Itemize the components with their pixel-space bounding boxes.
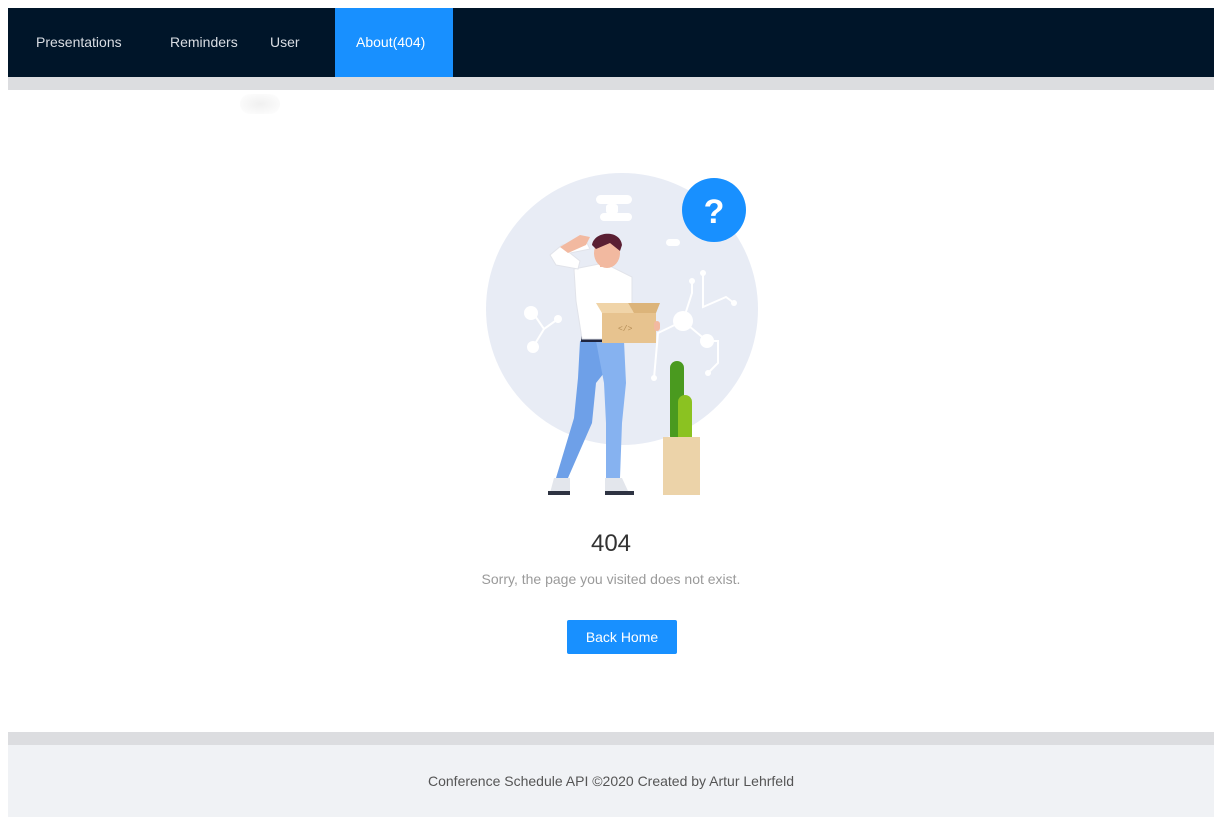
decorative-shadow — [240, 94, 280, 114]
nav-item-presentations[interactable]: Presentations — [16, 8, 142, 77]
back-home-button[interactable]: Back Home — [567, 620, 677, 654]
top-navigation: Presentations Reminders User About(404) — [8, 8, 1214, 77]
header-divider — [8, 77, 1214, 90]
status-code: 404 — [590, 530, 632, 557]
svg-text:</>: </> — [618, 325, 633, 334]
status-message: Sorry, the page you visited does not exi… — [481, 571, 741, 587]
not-found-illustration: ? </> — [486, 173, 758, 495]
app-window: Presentations Reminders User About(404) — [8, 8, 1214, 817]
nav-item-about[interactable]: About(404) — [335, 8, 453, 77]
nav-item-user[interactable]: User — [250, 8, 320, 77]
footer: Conference Schedule API ©2020 Created by… — [8, 745, 1214, 817]
nav-item-reminders[interactable]: Reminders — [150, 8, 258, 77]
footer-divider — [8, 732, 1214, 745]
question-mark: ? — [704, 193, 725, 231]
footer-text: Conference Schedule API ©2020 Created by… — [428, 773, 794, 789]
